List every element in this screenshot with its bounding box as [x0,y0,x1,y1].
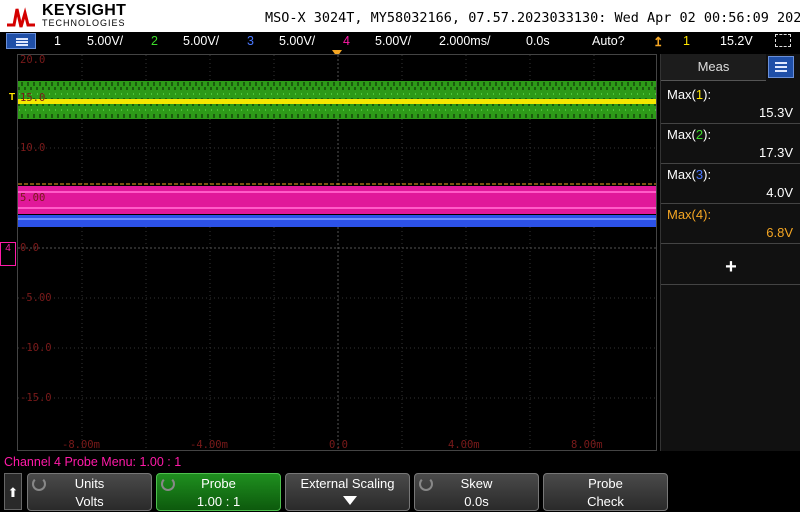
meas-tab[interactable]: Meas [661,54,766,81]
meas-menu-button[interactable] [768,56,794,78]
ch3-scale[interactable]: 5.00V/ [279,34,315,48]
y-label: 10.0 [20,142,46,154]
ch1-number[interactable]: 1 [54,34,61,48]
status-bar: 1 5.00V/ 2 5.00V/ 3 5.00V/ 4 5.00V/ 2.00… [0,32,800,51]
ch1-trace [18,99,656,104]
meas-row-4[interactable]: Max(4): 6.8V [661,204,800,244]
down-arrow-icon [343,496,357,505]
x-label: -8.00m [62,439,100,451]
probe-check-softkey[interactable]: Probe Check [543,473,668,511]
meas-value: 6.8V [766,225,793,240]
meas-value: 17.3V [759,145,793,160]
menu-up-button[interactable]: ⬆ [4,473,22,510]
y-label: -15.0 [20,392,52,404]
meas-value: 4.0V [766,185,793,200]
x-label: 8.00m [571,439,603,451]
trigger-edge-icon: ↥ [653,35,664,49]
delay[interactable]: 0.0s [526,34,550,48]
probe-softkey[interactable]: Probe 1.00 : 1 [156,473,281,511]
trigger-mode[interactable]: Auto? [592,34,625,48]
brand-subtitle: TECHNOLOGIES [42,18,126,28]
ch4-ground-marker[interactable]: 4 [0,242,16,266]
softkey-menu-title: Channel 4 Probe Menu: 1.00 : 1 [4,455,182,469]
add-measurement-button[interactable]: + [661,249,800,285]
measurement-panel: Meas Max(1): 15.3V Max(2): 17.3V Max(3):… [660,54,800,451]
x-label: 4.00m [448,439,480,451]
trigger-source[interactable]: 1 [683,34,690,48]
y-label: 15.0 [20,92,46,104]
header-bar: KEYSIGHT TECHNOLOGIES MSO-X 3024T, MY580… [0,0,800,32]
y-label: -10.0 [20,342,52,354]
device-info: MSO-X 3024T, MY58032166, 07.57.202303313… [265,10,800,26]
up-arrow-icon: ⬆ [7,485,19,500]
ch4-number[interactable]: 4 [343,34,350,48]
waveform-display[interactable]: 20.0 15.0 10.0 5.00 0.0 -5.00 -10.0 -15.… [17,54,657,451]
ch3-number[interactable]: 3 [247,34,254,48]
y-label: 0.0 [20,242,39,254]
x-label: -4.00m [190,439,228,451]
y-label: 5.00 [20,192,46,204]
x-label: 0.0 [329,439,348,451]
ch2-scale[interactable]: 5.00V/ [183,34,219,48]
meas-row-3[interactable]: Max(3): 4.0V [661,164,800,204]
external-scaling-softkey[interactable]: External Scaling [285,473,410,511]
trigger-level[interactable]: 15.2V [720,34,753,48]
ch4-scale[interactable]: 5.00V/ [375,34,411,48]
y-label: 20.0 [20,54,46,66]
ch4-trace [18,186,656,214]
timebase[interactable]: 2.000ms/ [439,34,490,48]
fullscreen-icon[interactable] [775,34,791,47]
main-menu-button[interactable] [6,33,36,49]
keysight-logo-icon [7,7,35,28]
meas-value: 15.3V [759,105,793,120]
skew-softkey[interactable]: Skew 0.0s [414,473,539,511]
ch2-number[interactable]: 2 [151,34,158,48]
graticule [18,55,656,450]
meas-row-1[interactable]: Max(1): 15.3V [661,84,800,124]
y-label: -5.00 [20,292,52,304]
ch3-trace [18,215,656,227]
units-softkey[interactable]: Units Volts [27,473,152,511]
meas-row-2[interactable]: Max(2): 17.3V [661,124,800,164]
ch1-scale[interactable]: 5.00V/ [87,34,123,48]
ch1-ground-marker[interactable]: T [9,92,17,106]
